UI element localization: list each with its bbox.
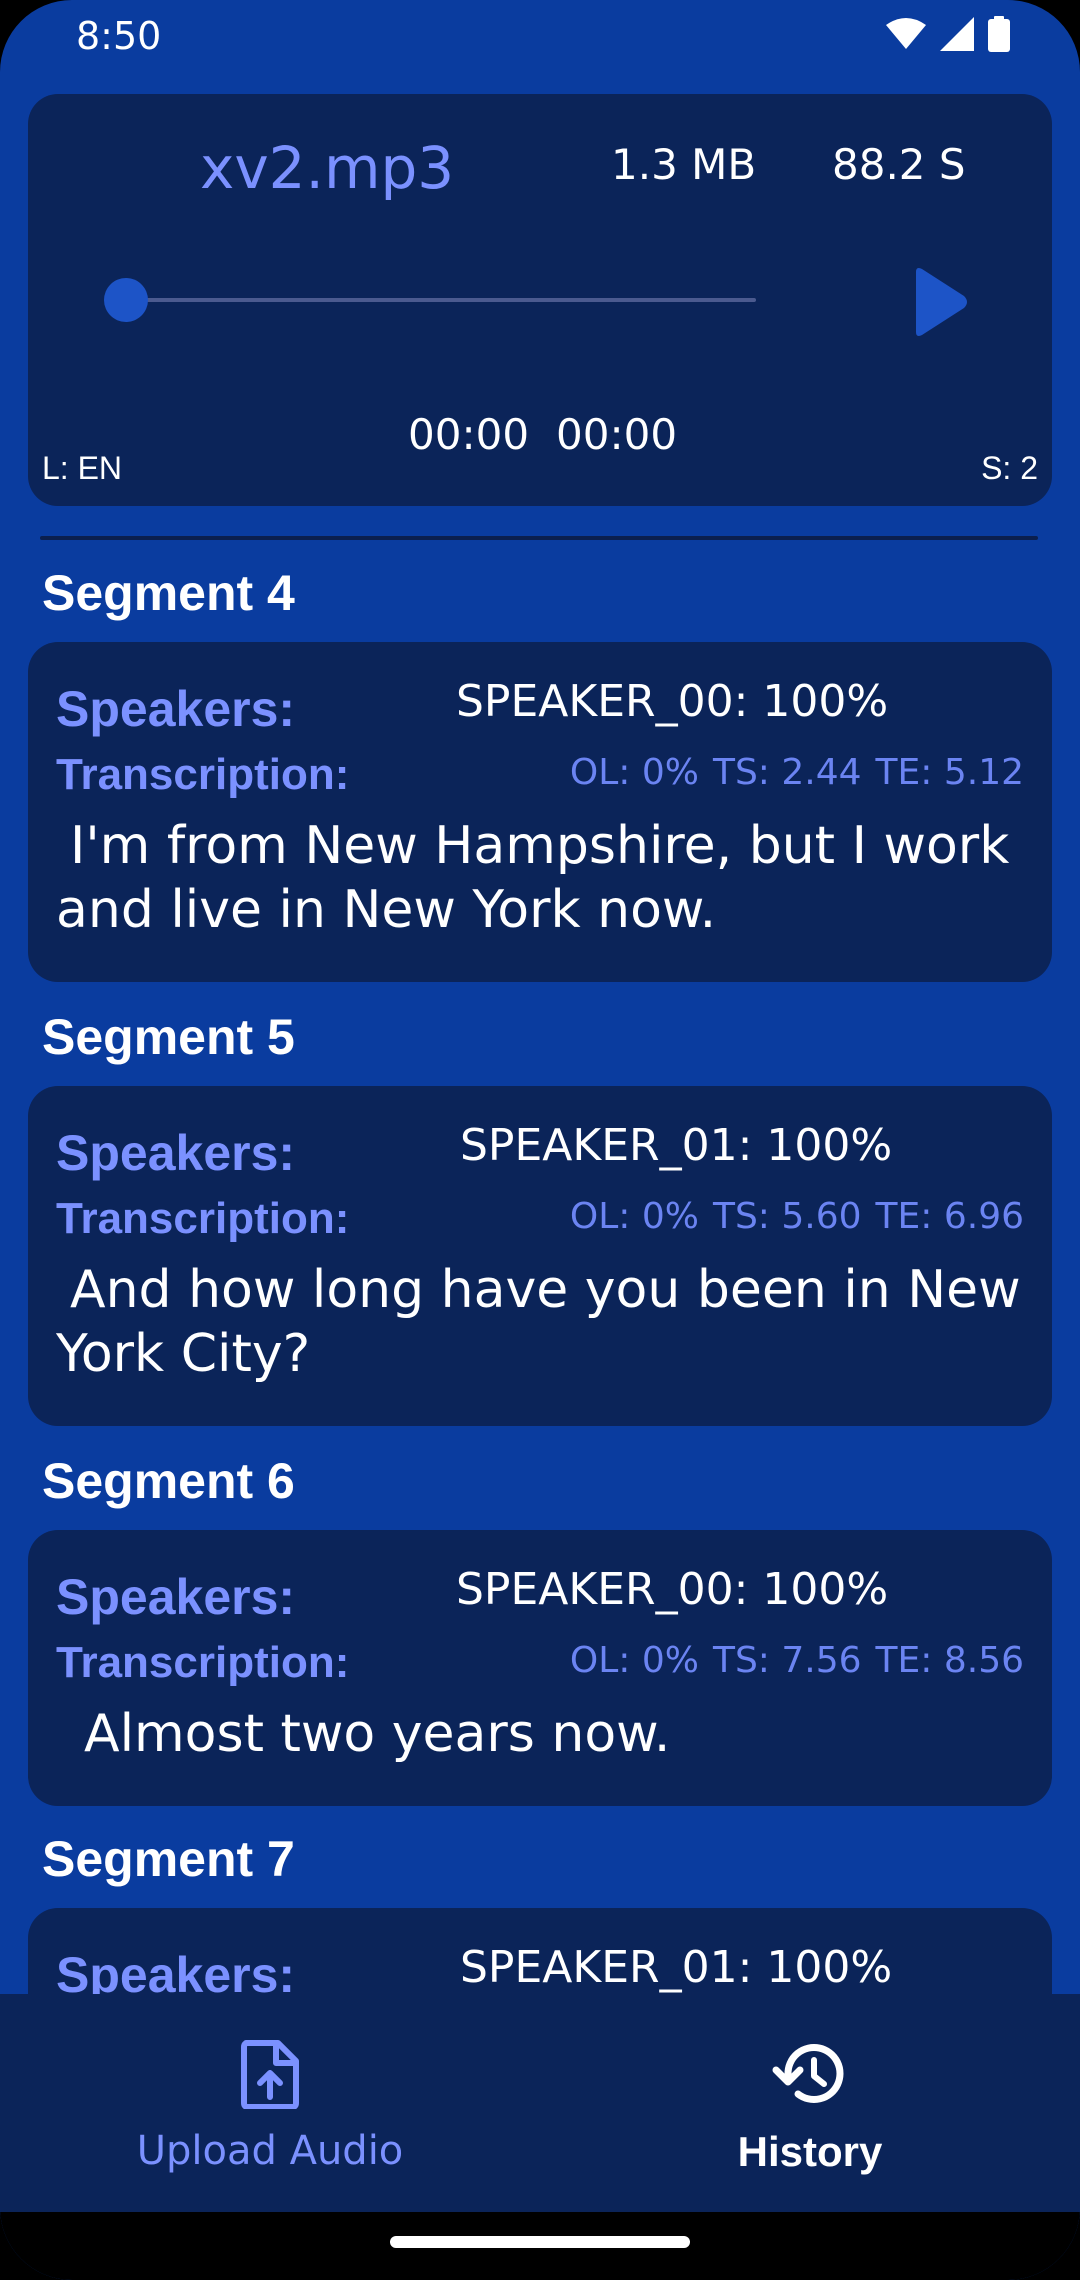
home-indicator[interactable]	[390, 2236, 690, 2248]
time-start: TS: 5.60	[712, 1196, 862, 1237]
segment-title: Segment 6	[42, 1453, 295, 1509]
segment-meta: OL: 0% TS: 2.44 TE: 5.12	[570, 752, 1024, 793]
speakers-label: Speakers:	[56, 681, 296, 737]
transcription-text: And how long have you been in New York C…	[56, 1260, 1021, 1384]
nav-upload-audio[interactable]: Upload Audio	[0, 1994, 540, 2212]
speakers-value: SPEAKER_00: 100%	[456, 1564, 889, 1615]
speakers-value: SPEAKER_00: 100%	[456, 676, 889, 727]
segment-meta: OL: 0% TS: 5.60 TE: 6.96	[570, 1196, 1024, 1237]
segment-title: Segment 4	[42, 565, 295, 621]
transcription-label: Transcription:	[56, 1638, 350, 1687]
language-label: L: EN	[42, 450, 123, 486]
segment-card: Speakers: SPEAKER_01: 100% Transcription…	[28, 1086, 1052, 1426]
battery-icon	[988, 16, 1010, 57]
history-icon	[772, 2034, 848, 2114]
transcription-label: Transcription:	[56, 1194, 350, 1243]
segment-title: Segment 7	[42, 1831, 295, 1887]
nav-history-label: History	[737, 2128, 883, 2175]
overlap-value: OL: 0%	[569, 1640, 699, 1681]
overlap-value: OL: 0%	[569, 1196, 699, 1237]
transcription-text: Almost two years now.	[84, 1704, 671, 1764]
time-end: TE: 5.12	[875, 752, 1024, 793]
time-end: TE: 6.96	[875, 1196, 1024, 1237]
segment-card: Speakers: SPEAKER_00: 100% Transcription…	[28, 1530, 1052, 1806]
speakers-label: Speakers:	[56, 1947, 296, 1994]
status-icons	[886, 16, 1010, 57]
signal-icon	[940, 17, 974, 56]
bottom-navigation: Upload Audio History	[0, 1994, 1080, 2212]
nav-history[interactable]: History	[540, 1994, 1080, 2212]
segment-card: Speakers: SPEAKER_01: 100%	[28, 1908, 1052, 1994]
transcription-label: Transcription:	[56, 750, 350, 799]
play-button[interactable]	[900, 262, 980, 342]
app-screen: 8:50 xv2.mp3 1.3 MB 88.2 S 00:00 00:00 L…	[0, 0, 1080, 2280]
file-duration: 88.2 S	[832, 140, 966, 189]
gesture-bar	[0, 2212, 1080, 2280]
status-bar: 8:50	[0, 0, 1080, 72]
transcription-text: I'm from New Hampshire, but I work and l…	[56, 816, 1010, 940]
play-icon	[900, 268, 980, 346]
segment-card: Speakers: SPEAKER_00: 100% Transcription…	[28, 642, 1052, 982]
time-total: 00:00	[556, 410, 678, 459]
file-size: 1.3 MB	[611, 140, 757, 189]
seek-bar[interactable]	[128, 298, 756, 302]
segment-meta: OL: 0% TS: 7.56 TE: 8.56	[570, 1640, 1024, 1681]
file-name: xv2.mp3	[200, 134, 455, 202]
time-end: TE: 8.56	[875, 1640, 1024, 1681]
time-current: 00:00	[408, 410, 530, 459]
speakers-value: SPEAKER_01: 100%	[460, 1120, 893, 1171]
speakers-value: SPEAKER_01: 100%	[460, 1942, 893, 1993]
seek-thumb[interactable]	[104, 278, 148, 322]
segment-title: Segment 5	[42, 1009, 295, 1065]
upload-file-icon	[238, 2034, 302, 2114]
speakers-label: Speakers:	[56, 1569, 296, 1625]
speakers-count: S: 2	[981, 450, 1038, 486]
time-start: TS: 7.56	[712, 1640, 862, 1681]
segment-list[interactable]: Segment 4 Speakers: SPEAKER_00: 100% Tra…	[0, 520, 1080, 1994]
wifi-icon	[886, 17, 926, 56]
status-time: 8:50	[76, 14, 162, 58]
nav-upload-label: Upload Audio	[136, 2128, 404, 2174]
speakers-label: Speakers:	[56, 1125, 296, 1181]
divider	[40, 536, 1038, 540]
overlap-value: OL: 0%	[569, 752, 699, 793]
time-start: TS: 2.44	[712, 752, 862, 793]
audio-player-card: xv2.mp3 1.3 MB 88.2 S 00:00 00:00 L: EN …	[28, 94, 1052, 506]
